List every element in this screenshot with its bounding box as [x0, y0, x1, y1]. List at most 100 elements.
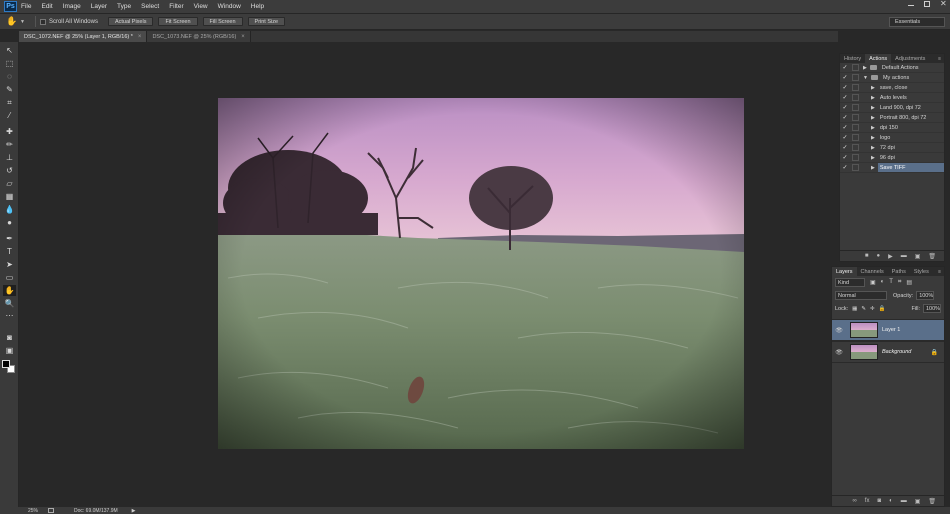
new-layer-icon[interactable]: ▣	[915, 498, 921, 505]
type-filter-icon[interactable]: T	[889, 279, 893, 286]
blur-tool-icon[interactable]: 💧	[3, 204, 16, 215]
workspace-select[interactable]: Essentials	[889, 17, 945, 27]
fx-icon[interactable]: fx	[865, 498, 870, 504]
lock-transparent-icon[interactable]: ▦	[852, 306, 857, 312]
dialog-toggle-box[interactable]	[852, 74, 859, 81]
hand-tool-icon[interactable]: ✋	[6, 16, 18, 28]
actual-pixels-button[interactable]: Actual Pixels	[107, 17, 154, 26]
record-icon[interactable]: ●	[876, 253, 880, 259]
lock-pixels-icon[interactable]: ✎	[861, 306, 866, 312]
restore-icon[interactable]	[924, 1, 930, 7]
menu-window[interactable]: Window	[218, 3, 241, 10]
action-set-row[interactable]: ✓ ▶ Default Actions	[840, 63, 944, 73]
toggle-check-icon[interactable]: ✓	[840, 134, 850, 141]
dialog-toggle-box[interactable]	[852, 94, 859, 101]
toggle-check-icon[interactable]: ✓	[840, 164, 850, 171]
new-group-icon[interactable]: ▬	[901, 498, 907, 504]
menu-filter[interactable]: Filter	[169, 3, 183, 10]
pixel-filter-icon[interactable]: ▣	[870, 279, 876, 286]
dialog-toggle-box[interactable]	[852, 124, 859, 131]
dialog-toggle-box[interactable]	[852, 144, 859, 151]
tab-channels[interactable]: Channels	[857, 267, 888, 276]
expand-arrow-icon[interactable]: ▶	[871, 135, 875, 141]
panel-menu-icon[interactable]: ≡	[938, 267, 941, 276]
visibility-eye-icon[interactable]: 👁	[832, 349, 846, 356]
tab-history[interactable]: History	[840, 54, 865, 63]
layer-row[interactable]: 👁 Background 🔒	[832, 341, 944, 363]
screen-mode-icon[interactable]: ▣	[3, 345, 16, 356]
action-row[interactable]: ✓ ▶ Portrait 800, dpi 72	[840, 113, 944, 123]
crop-tool-icon[interactable]: ⌗	[3, 97, 16, 108]
menu-layer[interactable]: Layer	[91, 3, 107, 10]
eyedropper-tool-icon[interactable]: ⁄	[3, 110, 16, 121]
shape-filter-icon[interactable]: ⌗	[898, 279, 901, 286]
expand-arrow-icon[interactable]: ▶	[871, 85, 875, 91]
toggle-check-icon[interactable]: ✓	[840, 94, 850, 101]
status-menu-arrow-icon[interactable]: ▶	[132, 508, 136, 514]
healing-brush-tool-icon[interactable]: ✚	[3, 126, 16, 137]
menu-help[interactable]: Help	[251, 3, 264, 10]
adjustment-layer-icon[interactable]: ◐	[889, 498, 893, 504]
tab-layers[interactable]: Layers	[832, 267, 857, 276]
action-row[interactable]: ✓ ▶ 96 dpi	[840, 153, 944, 163]
foreground-color-swatch[interactable]	[2, 360, 10, 368]
menu-select[interactable]: Select	[141, 3, 159, 10]
close-icon[interactable]: ✕	[940, 0, 947, 8]
more-tools-icon[interactable]: ⋯	[3, 310, 16, 321]
action-row[interactable]: ✓ ▶ Save TIFF	[840, 163, 944, 173]
dialog-toggle-box[interactable]	[852, 104, 859, 111]
lasso-tool-icon[interactable]: ◌	[3, 71, 16, 82]
toggle-check-icon[interactable]: ✓	[840, 144, 850, 151]
type-tool-icon[interactable]: T	[3, 246, 16, 257]
toggle-check-icon[interactable]: ✓	[840, 74, 850, 81]
tab-dsc-1073[interactable]: DSC_1073.NEF @ 25% (RGB/16) ×	[147, 31, 251, 42]
delete-layer-icon[interactable]: 🗑	[928, 498, 936, 505]
kind-filter-select[interactable]: Kind	[835, 278, 865, 287]
blend-mode-select[interactable]: Normal	[835, 291, 887, 300]
brush-tool-icon[interactable]: ✏	[3, 139, 16, 150]
gradient-tool-icon[interactable]: ▦	[3, 191, 16, 202]
expand-arrow-icon[interactable]: ▶	[871, 145, 875, 151]
tab-actions[interactable]: Actions	[865, 54, 892, 63]
toggle-check-icon[interactable]: ✓	[840, 154, 850, 161]
toggle-check-icon[interactable]: ✓	[840, 64, 850, 71]
action-row[interactable]: ✓ ▶ 72 dpi	[840, 143, 944, 153]
photo-canvas[interactable]	[218, 98, 744, 449]
toggle-check-icon[interactable]: ✓	[840, 114, 850, 121]
opacity-field[interactable]: 100%	[916, 291, 935, 300]
move-tool-icon[interactable]: ↖	[3, 45, 16, 56]
toggle-check-icon[interactable]: ✓	[840, 124, 850, 131]
action-row[interactable]: ✓ ▶ logo	[840, 133, 944, 143]
menu-file[interactable]: File	[21, 3, 31, 10]
action-row[interactable]: ✓ ▶ save, close	[840, 83, 944, 93]
fill-screen-button[interactable]: Fill Screen	[202, 17, 243, 26]
toggle-check-icon[interactable]: ✓	[840, 104, 850, 111]
action-set-row[interactable]: ✓ ▼ My actions	[840, 73, 944, 83]
path-select-tool-icon[interactable]: ➤	[3, 259, 16, 270]
expand-arrow-icon[interactable]: ▶	[871, 105, 875, 111]
dialog-toggle-box[interactable]	[852, 164, 859, 171]
hand-tool-icon[interactable]: ✋	[3, 285, 16, 296]
quick-mask-icon[interactable]: ◙	[3, 332, 16, 343]
action-row[interactable]: ✓ ▶ dpi 150	[840, 123, 944, 133]
eraser-tool-icon[interactable]: ▱	[3, 178, 16, 189]
marquee-tool-icon[interactable]: ⬚	[3, 58, 16, 69]
stop-icon[interactable]: ■	[865, 253, 869, 259]
expand-arrow-icon[interactable]: ▶	[871, 115, 875, 121]
link-layers-icon[interactable]: ∞	[853, 498, 857, 504]
close-tab-icon[interactable]: ×	[241, 34, 245, 40]
expand-arrow-icon[interactable]: ▶	[871, 155, 875, 161]
visibility-eye-icon[interactable]: 👁	[832, 327, 846, 334]
pen-tool-icon[interactable]: ✒	[3, 233, 16, 244]
fill-field[interactable]: 100%	[923, 304, 941, 313]
panel-menu-icon[interactable]: ≡	[938, 54, 941, 63]
canvas-area[interactable]	[19, 42, 838, 507]
menu-edit[interactable]: Edit	[41, 3, 52, 10]
play-icon[interactable]: ▶	[888, 253, 893, 260]
expand-arrow-icon[interactable]: ▶	[871, 125, 875, 131]
menu-view[interactable]: View	[194, 3, 208, 10]
history-brush-tool-icon[interactable]: ↺	[3, 165, 16, 176]
dialog-toggle-box[interactable]	[852, 64, 859, 71]
dialog-toggle-box[interactable]	[852, 114, 859, 121]
fit-screen-button[interactable]: Fit Screen	[158, 17, 198, 26]
